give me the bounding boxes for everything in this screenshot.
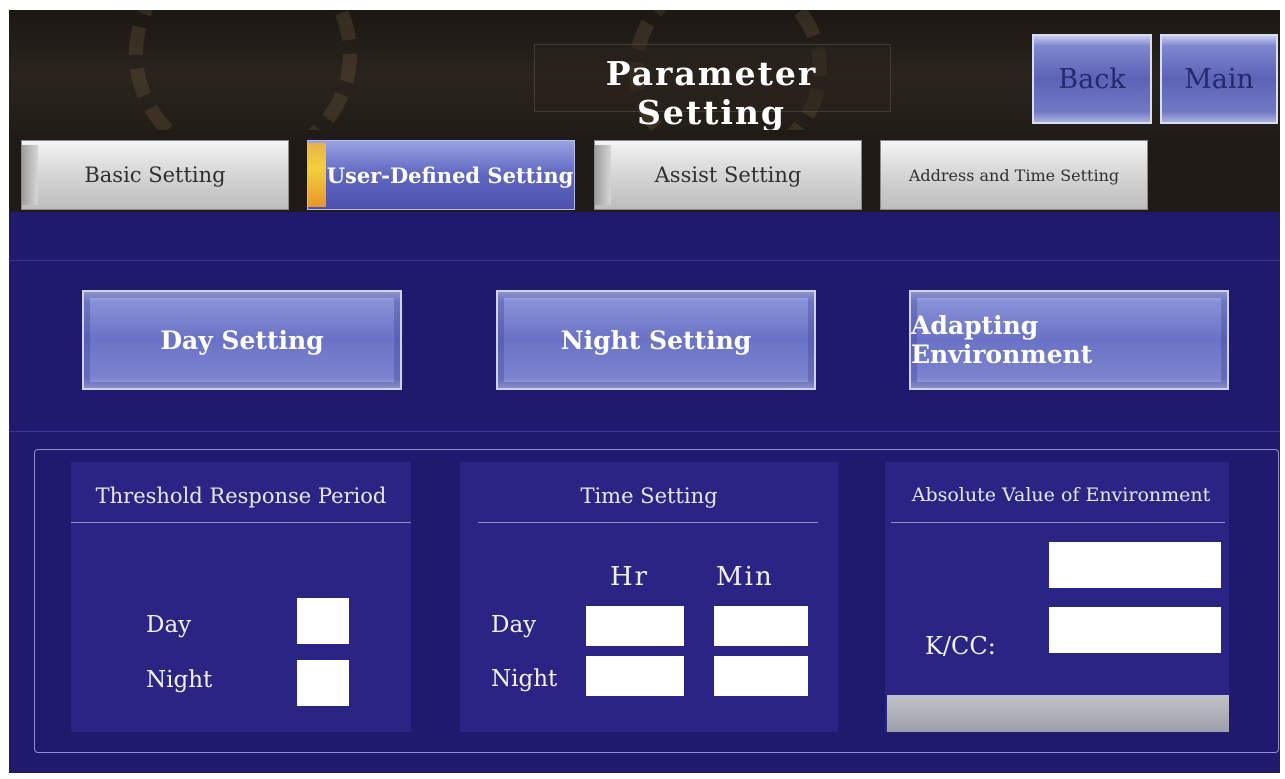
time-panel: Time Setting Hr Min Day Night [460,462,838,732]
tab-cap [595,145,611,205]
tab-bar: Basic Setting User-Defined Setting Assis… [9,130,1280,212]
screen: Parameter Setting Back Main Basic Settin… [9,10,1280,773]
divider [9,260,1280,261]
panel-rule [71,522,411,523]
night-hour-field[interactable] [586,656,684,696]
threshold-panel-title: Threshold Response Period [95,484,387,508]
night-setting-button[interactable]: Night Setting [496,290,816,390]
divider [9,431,1280,432]
threshold-day-label: Day [146,612,192,638]
tab-label: Assist Setting [654,163,802,187]
environment-status-bar [887,695,1229,732]
minute-column-label: Min [716,562,774,592]
tab-label: Basic Setting [84,163,226,187]
time-night-label: Night [491,666,558,692]
time-day-label: Day [491,612,537,638]
night-minute-field[interactable] [714,656,808,696]
environment-panel: Absolute Value of Environment K/CC: [885,462,1229,732]
hour-column-label: Hr [610,562,650,592]
threshold-day-field[interactable] [297,598,349,644]
tab-basic-setting[interactable]: Basic Setting [21,140,289,210]
tab-cap [22,145,38,205]
threshold-night-field[interactable] [297,660,349,706]
day-setting-button[interactable]: Day Setting [82,290,402,390]
tab-user-defined-setting[interactable]: User-Defined Setting [307,140,575,210]
kcc-label: K/CC: [925,632,996,660]
threshold-night-label: Night [146,667,213,693]
active-tab-marker [308,143,326,207]
panel-rule [891,522,1225,523]
tab-address-time-setting[interactable]: Address and Time Setting [880,140,1148,210]
day-hour-field[interactable] [586,606,684,646]
time-panel-title: Time Setting [580,484,718,508]
day-minute-field[interactable] [714,606,808,646]
header-bar: Parameter Setting Back Main [9,10,1280,168]
environment-panel-title: Absolute Value of Environment [911,484,1211,506]
environment-value-field[interactable] [1049,542,1221,588]
back-button[interactable]: Back [1032,34,1152,124]
tab-assist-setting[interactable]: Assist Setting [594,140,862,210]
tab-label: Address and Time Setting [908,165,1120,185]
main-button[interactable]: Main [1160,34,1278,124]
page-title: Parameter Setting [605,54,818,132]
kcc-field[interactable] [1049,607,1221,653]
panel-rule [478,522,818,523]
threshold-panel: Threshold Response Period Day Night [71,462,411,732]
tab-label: User-Defined Setting [326,162,574,188]
adapting-environment-button[interactable]: Adapting Environment [909,290,1229,390]
